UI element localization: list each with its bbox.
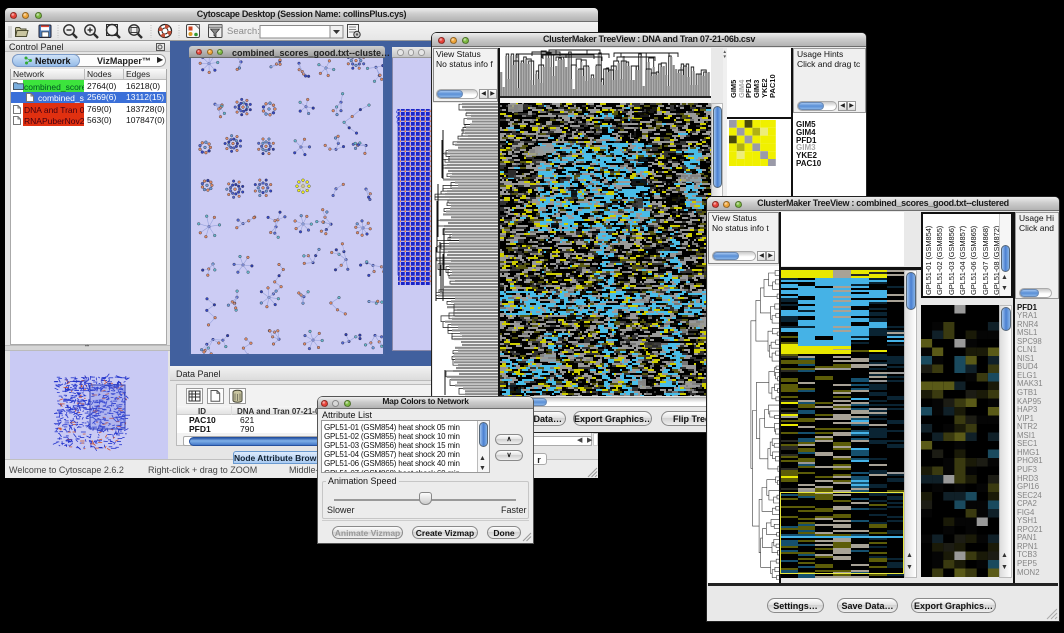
svg-text:Search:: Search: [227, 26, 260, 37]
